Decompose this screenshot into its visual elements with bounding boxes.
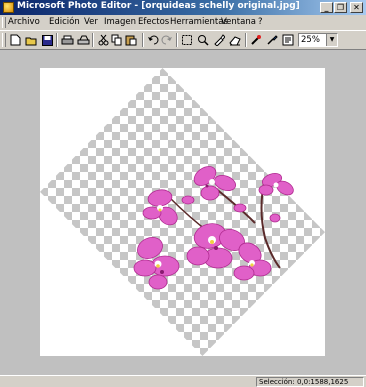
open-icon[interactable] xyxy=(24,33,38,47)
status-bar: Selección: 0,0:1588,1625 xyxy=(0,375,366,387)
app-icon[interactable] xyxy=(3,2,14,13)
selection-status: Selección: 0,0:1588,1625 xyxy=(256,377,364,387)
undo-icon[interactable] xyxy=(146,33,160,47)
toolbar-separator xyxy=(245,33,247,47)
title-bar: Microsoft Photo Editor - [orquideas sche… xyxy=(0,0,366,15)
menu-edicion[interactable]: Edición xyxy=(49,17,80,27)
image-canvas[interactable] xyxy=(40,68,325,356)
image-workspace[interactable] xyxy=(0,50,366,375)
menu-help[interactable]: ? xyxy=(258,17,263,27)
save-icon[interactable] xyxy=(40,33,54,47)
close-button[interactable]: ✕ xyxy=(350,2,363,13)
menu-ver[interactable]: Ver xyxy=(84,17,98,27)
window-title: Microsoft Photo Editor - [orquideas sche… xyxy=(17,1,300,11)
properties-icon[interactable] xyxy=(281,33,295,47)
menu-bar: Archivo Edición Ver Imagen Efectos Herra… xyxy=(0,15,366,30)
toolbar-grip[interactable] xyxy=(2,33,6,47)
toolbar-separator xyxy=(56,33,58,47)
new-icon[interactable] xyxy=(8,33,22,47)
select-icon[interactable] xyxy=(180,33,194,47)
toolbar-separator xyxy=(176,33,178,47)
redo-icon[interactable] xyxy=(160,33,174,47)
menu-ventana[interactable]: Ventana xyxy=(221,17,256,27)
eraser-icon[interactable] xyxy=(228,33,242,47)
orchid-photo xyxy=(133,166,294,290)
zoom-icon[interactable] xyxy=(196,33,210,47)
photo-editor-window: Microsoft Photo Editor - [orquideas sche… xyxy=(0,0,366,387)
zoom-dropdown[interactable]: 25% ▼ xyxy=(298,33,338,47)
zoom-value: 25% xyxy=(301,35,320,45)
restore-button[interactable]: ❐ xyxy=(334,2,347,13)
color-picker-icon[interactable] xyxy=(249,33,263,47)
paste-icon[interactable] xyxy=(124,33,138,47)
chevron-down-icon[interactable]: ▼ xyxy=(326,34,337,46)
scan-icon[interactable] xyxy=(76,33,90,47)
menu-herramientas[interactable]: Herramientas xyxy=(170,17,228,27)
smudge-icon[interactable] xyxy=(212,33,226,47)
copy-icon[interactable] xyxy=(110,33,124,47)
toolbar-separator xyxy=(142,33,144,47)
toolbar: 25% ▼ xyxy=(0,30,366,50)
menu-grip[interactable] xyxy=(2,17,6,28)
cut-icon[interactable] xyxy=(96,33,110,47)
menu-efectos[interactable]: Efectos xyxy=(138,17,169,27)
menu-archivo[interactable]: Archivo xyxy=(8,17,40,27)
print-icon[interactable] xyxy=(60,33,74,47)
toolbar-separator xyxy=(92,33,94,47)
transparency-icon[interactable] xyxy=(265,33,279,47)
menu-imagen[interactable]: Imagen xyxy=(104,17,136,27)
minimize-button[interactable]: _ xyxy=(320,2,333,13)
